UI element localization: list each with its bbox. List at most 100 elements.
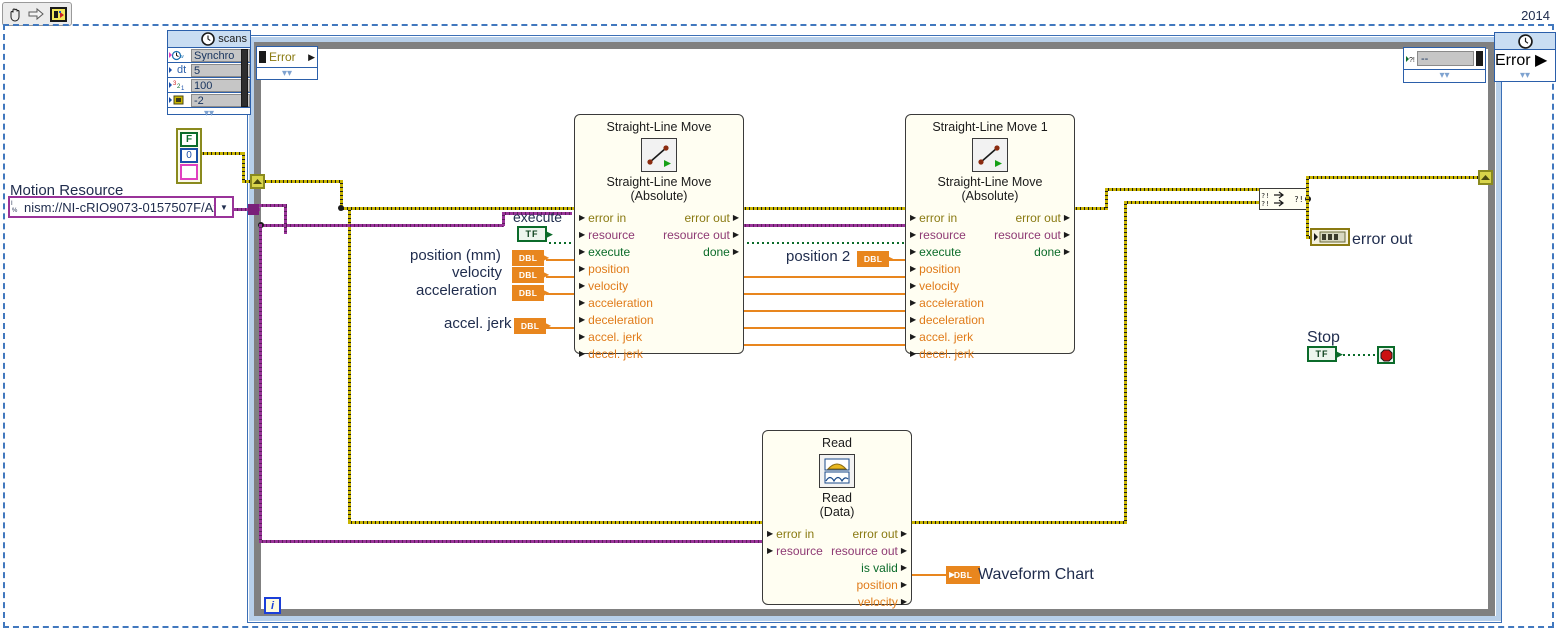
right-config-scrollbar[interactable] bbox=[1476, 51, 1483, 66]
error-constant-status[interactable]: F bbox=[180, 132, 198, 147]
terminal-row-error[interactable]: ▶ error in error out ▶ bbox=[575, 209, 743, 226]
terminal-label-is-valid: is valid bbox=[861, 560, 898, 575]
svg-text:?!: ?! bbox=[1261, 192, 1269, 200]
wire-error-const-h1 bbox=[200, 152, 245, 155]
subvi-straight-line-move[interactable]: Straight-Line Move Straight-Line Move (A… bbox=[574, 114, 744, 361]
terminal-row-error[interactable]: ▶ error in error out ▶ bbox=[906, 209, 1074, 226]
wire-error-read-v bbox=[348, 207, 351, 522]
terminal-row-resource[interactable]: ▶ resource resource out ▶ bbox=[575, 226, 743, 243]
right-config-value[interactable]: -- bbox=[1417, 51, 1474, 66]
execute-terminal[interactable]: TF bbox=[517, 226, 547, 242]
vi-icon[interactable] bbox=[49, 5, 68, 24]
motion-resource-value[interactable]: nism://NI-cRIO9073-0157507F/Axis 1 bbox=[24, 200, 214, 215]
wire-resource-v1 bbox=[259, 224, 262, 542]
terminal-label-deceleration: deceleration bbox=[588, 312, 654, 327]
chevron-down-icon[interactable]: ▼ bbox=[214, 198, 232, 216]
timed-loop-right-config-node[interactable]: ?! -- ▾▾ bbox=[1403, 47, 1486, 83]
error-in-arrow-icon: ▶ bbox=[308, 51, 315, 62]
processor-icon bbox=[169, 94, 189, 106]
loop-error-out-chevron[interactable]: ▾▾ bbox=[1495, 70, 1555, 81]
error-constant-code[interactable]: 0 bbox=[180, 148, 198, 163]
terminal-row-position[interactable]: position ▶ bbox=[763, 576, 911, 593]
terminal-row-decel-jerk[interactable]: ▶ decel. jerk bbox=[575, 345, 743, 362]
loop-error-in-terminal[interactable]: Error ▶ ▾▾ bbox=[256, 46, 318, 80]
right-config-row[interactable]: ?! -- bbox=[1404, 48, 1485, 70]
toolbar[interactable] bbox=[2, 2, 72, 26]
config-node-expand-chevron[interactable]: ▾▾ bbox=[168, 108, 250, 119]
subvi-read-data[interactable]: Read Read (Data) ▶ error in error out ▶ ▶ r… bbox=[762, 430, 912, 609]
terminal-row-resource[interactable]: ▶ resource resource out ▶ bbox=[906, 226, 1074, 243]
terminal-arrow-icon: ▶ bbox=[900, 545, 907, 555]
error-out-label: error out bbox=[1352, 231, 1413, 248]
acceleration-terminal[interactable]: DBL bbox=[512, 285, 544, 301]
clock-icon bbox=[201, 32, 216, 46]
terminal-arrow-icon: ▶ bbox=[910, 314, 917, 324]
svg-text:%: % bbox=[12, 208, 18, 214]
terminal-arrow-icon: ▶ bbox=[910, 263, 917, 273]
timed-loop-config-node[interactable]: scans w Synchro dt 5 3 2 1 100 -2 ▾▾ bbox=[167, 30, 251, 118]
error-constant-source[interactable] bbox=[180, 164, 198, 180]
loop-error-in-chevron[interactable]: ▾▾ bbox=[257, 68, 317, 79]
loop-tunnel-error-out[interactable] bbox=[1478, 170, 1493, 185]
terminal-list: ▶ error in error out ▶ ▶ resource resource … bbox=[575, 209, 743, 362]
terminal-arrow-icon: ▶ bbox=[900, 579, 907, 589]
terminal-row-error[interactable]: ▶ error in error out ▶ bbox=[763, 525, 911, 542]
terminal-row-position[interactable]: ▶ position bbox=[906, 260, 1074, 277]
terminal-row-execute[interactable]: ▶ execute done ▶ bbox=[575, 243, 743, 260]
subvi-straight-line-move-1[interactable]: Straight-Line Move 1 Straight-Line Move … bbox=[905, 114, 1075, 361]
terminal-arrow-icon: ▶ bbox=[910, 331, 917, 341]
terminal-row-deceleration[interactable]: ▶ deceleration bbox=[906, 311, 1074, 328]
wire-resource-read-h bbox=[259, 540, 769, 543]
wire-error-move2-a bbox=[1073, 207, 1108, 210]
wire-error-bus-h1 bbox=[268, 180, 343, 183]
terminal-row-execute[interactable]: ▶ execute done ▶ bbox=[906, 243, 1074, 260]
wire-error-merge-to-border bbox=[1306, 176, 1480, 179]
loop-stop-condition-terminal[interactable] bbox=[1377, 346, 1395, 364]
terminal-row-decel-jerk[interactable]: ▶ decel. jerk bbox=[906, 345, 1074, 362]
position-2-terminal[interactable]: DBL bbox=[857, 251, 889, 267]
loop-iteration-terminal[interactable]: i bbox=[264, 597, 281, 614]
clock-icon bbox=[1517, 33, 1533, 49]
accel-jerk-terminal[interactable]: DBL bbox=[514, 318, 546, 334]
svg-text:I: I bbox=[11, 201, 13, 207]
iteration-terminal-label: i bbox=[270, 599, 275, 612]
wire-error-read-out-v bbox=[1124, 201, 1127, 523]
terminal-row-velocity[interactable]: ▶ velocity bbox=[575, 277, 743, 294]
terminal-row-acceleration[interactable]: ▶ acceleration bbox=[575, 294, 743, 311]
config-node-header: scans bbox=[168, 31, 250, 48]
velocity-terminal-arrow-icon: ▶ bbox=[543, 270, 550, 279]
terminal-row-resource[interactable]: ▶ resource resource out ▶ bbox=[763, 542, 911, 559]
terminal-row-acceleration[interactable]: ▶ acceleration bbox=[906, 294, 1074, 311]
motion-resource-control[interactable]: I % nism://NI-cRIO9073-0157507F/Axis 1 ▼ bbox=[8, 196, 234, 218]
merge-errors-node[interactable]: ?! ?! bbox=[1259, 188, 1293, 210]
loop-tunnel-resource[interactable] bbox=[248, 204, 259, 215]
error-out-indicator[interactable] bbox=[1310, 228, 1350, 246]
terminal-row-is-valid[interactable]: is valid ▶ bbox=[763, 559, 911, 576]
stop-terminal[interactable]: TF bbox=[1307, 346, 1337, 362]
velocity-terminal[interactable]: DBL bbox=[512, 267, 544, 283]
terminal-row-accel-jerk[interactable]: ▶ accel. jerk bbox=[575, 328, 743, 345]
config-row-synchronize[interactable]: w Synchro bbox=[168, 48, 250, 63]
right-config-expand-chevron[interactable]: ▾▾ bbox=[1404, 70, 1485, 81]
config-row-dt[interactable]: dt 5 bbox=[168, 63, 250, 78]
config-node-scrollbar[interactable] bbox=[241, 49, 248, 107]
terminal-label-error-in: error in bbox=[919, 210, 958, 225]
terminal-row-accel-jerk[interactable]: ▶ accel. jerk bbox=[906, 328, 1074, 345]
terminal-arrow-icon: ▶ bbox=[732, 246, 739, 256]
waveform-chart-terminal-arrow-icon: ▶ bbox=[949, 570, 956, 579]
config-row-priority[interactable]: 3 2 1 100 bbox=[168, 78, 250, 93]
terminal-label-error-out: error out bbox=[684, 210, 730, 225]
terminal-row-deceleration[interactable]: ▶ deceleration bbox=[575, 311, 743, 328]
config-row-processor[interactable]: -2 bbox=[168, 93, 250, 108]
loop-error-out-terminal[interactable]: Error ▶ ▾▾ bbox=[1494, 32, 1556, 82]
config-node-header-label: scans bbox=[218, 33, 247, 45]
terminal-row-velocity[interactable]: velocity ▶ bbox=[763, 593, 911, 610]
terminal-row-velocity[interactable]: ▶ velocity bbox=[906, 277, 1074, 294]
hand-tool-icon[interactable] bbox=[6, 5, 25, 24]
arrow-tool-icon[interactable] bbox=[28, 5, 47, 24]
position-mm-terminal[interactable]: DBL bbox=[512, 250, 544, 266]
loop-tunnel-error-in[interactable] bbox=[250, 174, 265, 189]
error-cluster-constant[interactable]: F 0 bbox=[176, 128, 202, 184]
terminal-row-position[interactable]: ▶ position bbox=[575, 260, 743, 277]
terminal-arrow-icon: ▶ bbox=[910, 348, 917, 358]
